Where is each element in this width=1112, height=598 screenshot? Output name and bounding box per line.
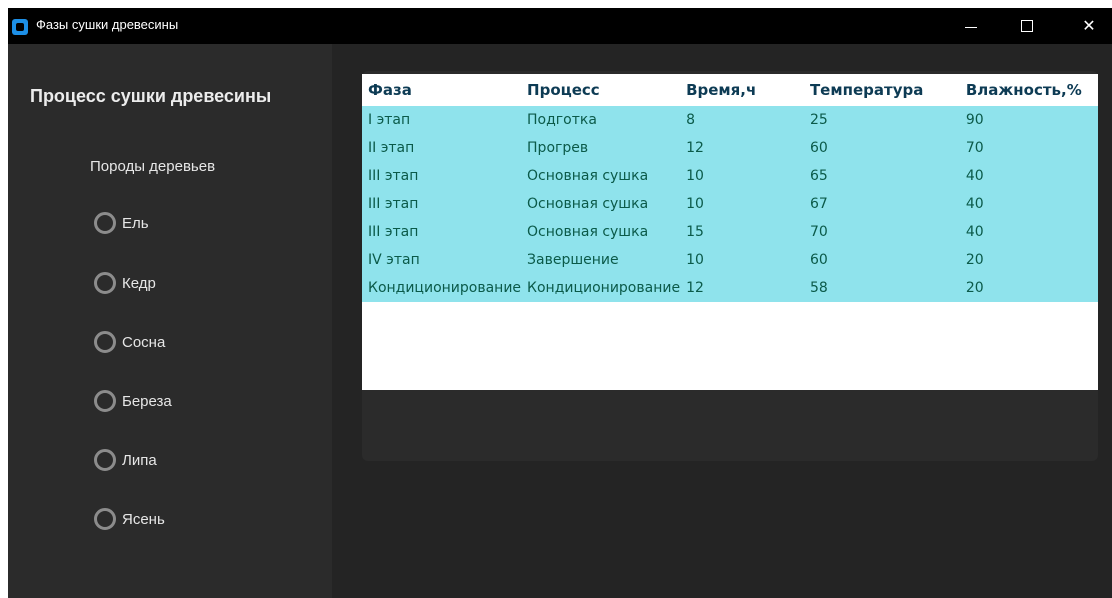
radio-label: Ель: [122, 214, 149, 232]
radio-option-spruce[interactable]: Ель: [94, 212, 149, 234]
table-cell[interactable]: 65: [803, 162, 960, 190]
minimize-icon: [965, 27, 977, 28]
column-header[interactable]: Процесс: [521, 74, 681, 106]
radio-option-linden[interactable]: Липа: [94, 449, 157, 471]
radio-option-birch[interactable]: Береза: [94, 390, 172, 412]
maximize-icon: [1021, 20, 1033, 32]
table-cell[interactable]: III этап: [362, 218, 522, 246]
table-cell[interactable]: 40: [959, 190, 1098, 218]
column-header[interactable]: Влажность,%: [959, 74, 1098, 106]
table-cell[interactable]: 10: [680, 162, 804, 190]
table-row[interactable]: I этап Подготка 8 25 90: [362, 106, 1098, 134]
table-cell[interactable]: Основная сушка: [521, 190, 681, 218]
radio-label: Ясень: [122, 510, 165, 528]
main-area: Фаза Процесс Время,ч Температура Влажнос…: [332, 44, 1112, 598]
table-cell[interactable]: 20: [959, 274, 1098, 302]
table-cell[interactable]: 67: [803, 190, 960, 218]
table-cell[interactable]: 10: [680, 190, 804, 218]
drying-phases-table: Фаза Процесс Время,ч Температура Влажнос…: [362, 74, 1098, 302]
table-container[interactable]: Фаза Процесс Время,ч Температура Влажнос…: [362, 74, 1098, 390]
table-cell[interactable]: Основная сушка: [521, 162, 681, 190]
table-cell[interactable]: III этап: [362, 162, 522, 190]
table-cell[interactable]: 58: [803, 274, 960, 302]
table-row[interactable]: III этап Основная сушка 15 70 40: [362, 218, 1098, 246]
radio-option-pine[interactable]: Сосна: [94, 331, 165, 353]
table-cell[interactable]: 12: [680, 134, 804, 162]
column-header[interactable]: Фаза: [362, 74, 522, 106]
sidebar: Процесс сушки древесины Породы деревьев …: [8, 44, 332, 598]
radio-option-cedar[interactable]: Кедр: [94, 272, 156, 294]
table-cell[interactable]: 70: [803, 218, 960, 246]
table-cell[interactable]: 60: [803, 134, 960, 162]
table-cell[interactable]: 90: [959, 106, 1098, 134]
table-cell[interactable]: 60: [803, 246, 960, 274]
table-cell[interactable]: 10: [680, 246, 804, 274]
table-cell[interactable]: II этап: [362, 134, 522, 162]
sidebar-title: Процесс сушки древесины: [30, 86, 272, 106]
table-cell[interactable]: Основная сушка: [521, 218, 681, 246]
table-cell[interactable]: 8: [680, 106, 804, 134]
radio-circle-icon[interactable]: [94, 212, 116, 234]
radio-circle-icon[interactable]: [94, 331, 116, 353]
table-row[interactable]: III этап Основная сушка 10 67 40: [362, 190, 1098, 218]
radio-circle-icon[interactable]: [94, 508, 116, 530]
species-group-label: Породы деревьев: [90, 158, 216, 175]
table-panel: Фаза Процесс Время,ч Температура Влажнос…: [362, 71, 1098, 461]
table-row[interactable]: Кондиционирование Кондиционирование 12 5…: [362, 274, 1098, 302]
table-cell[interactable]: 12: [680, 274, 804, 302]
app-icon: [12, 19, 28, 35]
table-cell[interactable]: 40: [959, 218, 1098, 246]
radio-circle-icon[interactable]: [94, 449, 116, 471]
table-cell[interactable]: III этап: [362, 190, 522, 218]
table-cell[interactable]: Подготка: [521, 106, 681, 134]
radio-label: Липа: [122, 451, 157, 469]
column-header[interactable]: Время,ч: [680, 74, 804, 106]
close-icon: ✕: [1082, 16, 1096, 35]
table-cell[interactable]: Кондиционирование: [362, 274, 522, 302]
table-cell[interactable]: Прогрев: [521, 134, 681, 162]
radio-circle-icon[interactable]: [94, 390, 116, 412]
table-row[interactable]: II этап Прогрев 12 60 70: [362, 134, 1098, 162]
maximize-button[interactable]: [1004, 8, 1050, 44]
column-header[interactable]: Температура: [803, 74, 960, 106]
table-cell[interactable]: Завершение: [521, 246, 681, 274]
radio-label: Береза: [122, 392, 172, 410]
table-cell[interactable]: 20: [959, 246, 1098, 274]
radio-circle-icon[interactable]: [94, 272, 116, 294]
window-title: Фазы сушки древесины: [36, 17, 179, 32]
table-cell[interactable]: Кондиционирование: [521, 274, 681, 302]
close-button[interactable]: ✕: [1066, 8, 1112, 44]
table-cell[interactable]: 15: [680, 218, 804, 246]
minimize-button[interactable]: [948, 8, 994, 44]
title-bar[interactable]: Фазы сушки древесины ✕: [8, 8, 1112, 44]
app-window: Фазы сушки древесины ✕ Процесс сушки дре…: [8, 8, 1112, 598]
radio-label: Сосна: [122, 333, 166, 351]
table-cell[interactable]: 40: [959, 162, 1098, 190]
radio-label: Кедр: [122, 274, 156, 292]
table-cell[interactable]: 70: [959, 134, 1098, 162]
radio-option-ash[interactable]: Ясень: [94, 508, 165, 530]
table-header-row: Фаза Процесс Время,ч Температура Влажнос…: [362, 74, 1098, 106]
table-cell[interactable]: IV этап: [362, 246, 522, 274]
table-cell[interactable]: I этап: [362, 106, 522, 134]
table-cell[interactable]: 25: [803, 106, 960, 134]
table-row[interactable]: III этап Основная сушка 10 65 40: [362, 162, 1098, 190]
table-row[interactable]: IV этап Завершение 10 60 20: [362, 246, 1098, 274]
